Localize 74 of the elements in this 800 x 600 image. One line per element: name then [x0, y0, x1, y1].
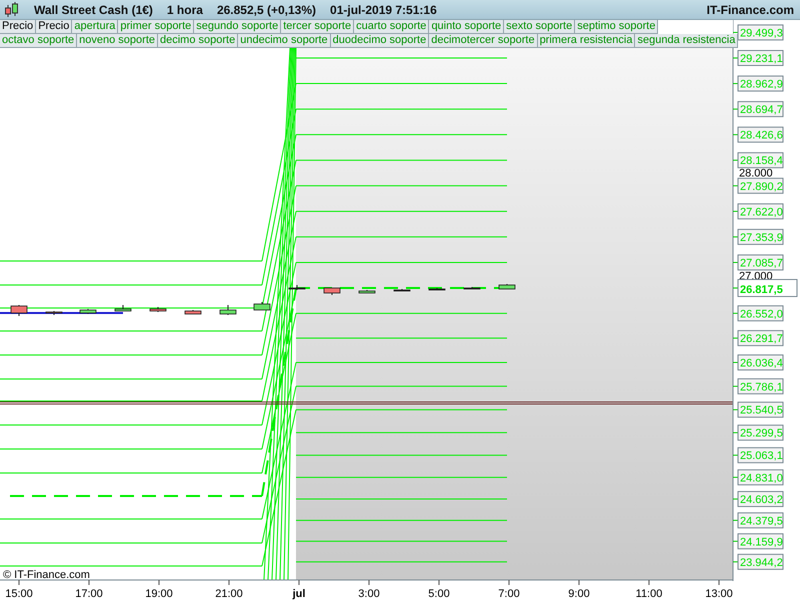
legend-item[interactable]: octavo soporte: [0, 34, 78, 48]
legend-item[interactable]: sexto soporte: [504, 20, 576, 34]
legend-item[interactable]: decimo soporte: [158, 34, 238, 48]
time-axis-label: jul: [292, 588, 306, 600]
price-label: 26.291,7: [738, 330, 784, 346]
candlestick: [80, 308, 96, 314]
legend-item[interactable]: tercer soporte: [281, 20, 354, 34]
candlestick: [324, 288, 340, 296]
price-label: 28.158,4: [738, 152, 784, 168]
candlestick: [288, 284, 306, 290]
price-label: 24.379,5: [738, 512, 784, 528]
time-axis-label: 11:00: [636, 588, 662, 600]
legend-item[interactable]: segundo soporte: [194, 20, 282, 34]
brand-name: IT-Finance.com: [706, 2, 794, 16]
price-label: 29.231,1: [738, 50, 784, 66]
candlestick: [150, 306, 166, 312]
price-label: 24.159,9: [738, 533, 784, 550]
candlestick: [428, 288, 446, 290]
legend-item[interactable]: undecimo soporte: [238, 34, 331, 48]
legend-item[interactable]: primer soporte: [118, 20, 194, 34]
time-axis-label: 21:00: [215, 588, 243, 600]
price-label: 27.890,2: [738, 178, 784, 194]
candlestick: [358, 290, 376, 294]
price-label: 25.063,1: [738, 447, 784, 464]
copyright-text: © IT-Finance.com: [3, 569, 90, 581]
time-axis-label: 19:00: [145, 588, 173, 600]
time-axis-label: 13:00: [705, 588, 733, 600]
candlestick: [464, 286, 480, 290]
legend-item[interactable]: primera resistencia: [538, 34, 636, 48]
legend-item[interactable]: decimotercer soporte: [429, 34, 538, 48]
legend-item[interactable]: apertura: [72, 20, 118, 34]
price-label: 29.499,3: [738, 24, 784, 40]
time-axis-label: 3:00: [358, 588, 380, 600]
candlestick: [254, 302, 270, 310]
time-axis-label: 7:00: [498, 588, 520, 600]
candlestick: [498, 284, 516, 290]
time-axis-label: 17:00: [75, 588, 103, 600]
quote-value: 26.852,5 (+0,13%): [216, 2, 316, 16]
instrument-title: Wall Street Cash (1€): [34, 2, 153, 16]
candlestick-icon: [4, 2, 20, 18]
price-label: 26.817,5: [738, 279, 798, 298]
price-label: 28.694,7: [738, 101, 784, 118]
legend-item[interactable]: duodecimo soporte: [330, 34, 430, 48]
price-label: 24.831,0: [738, 469, 784, 486]
time-axis-label: 9:00: [568, 588, 590, 600]
price-label: 26.552,0: [738, 305, 784, 322]
legend-item[interactable]: quinto soporte: [429, 20, 504, 34]
price-label: 27.353,9: [738, 228, 784, 245]
date-time: 01-jul-2019 7:51:16: [330, 2, 437, 16]
time-axis-label: 5:00: [428, 588, 450, 600]
legend-item[interactable]: cuarto soporte: [354, 20, 430, 34]
price-label: 23.944,2: [738, 554, 784, 570]
legend-item[interactable]: Precio: [0, 20, 36, 34]
price-label: 27.622,0: [738, 203, 784, 220]
candlestick: [10, 304, 28, 316]
price-label: 28.962,9: [738, 76, 784, 92]
legend-item[interactable]: noveno soporte: [77, 34, 158, 48]
legend-item[interactable]: segunda resistencia: [635, 34, 738, 48]
price-label: 26.036,4: [738, 354, 784, 370]
price-label: 25.786,1: [738, 378, 784, 394]
candlestick: [394, 288, 410, 292]
price-label: 24.603,2: [738, 491, 784, 508]
candlestick: [220, 304, 236, 316]
price-label: 28.426,6: [738, 126, 784, 143]
interval-label: 1 hora: [166, 2, 203, 16]
price-label: 25.299,5: [738, 424, 784, 441]
time-axis-label: 15:00: [5, 588, 33, 600]
legend-item[interactable]: septimo soporte: [575, 20, 658, 34]
candlestick: [114, 304, 132, 312]
price-label: 25.540,5: [738, 402, 784, 418]
axis-tick-label: 28.000: [739, 167, 773, 180]
price-label: 27.085,7: [738, 254, 784, 270]
candlestick: [184, 310, 202, 314]
legend-item[interactable]: Precio: [36, 20, 72, 34]
